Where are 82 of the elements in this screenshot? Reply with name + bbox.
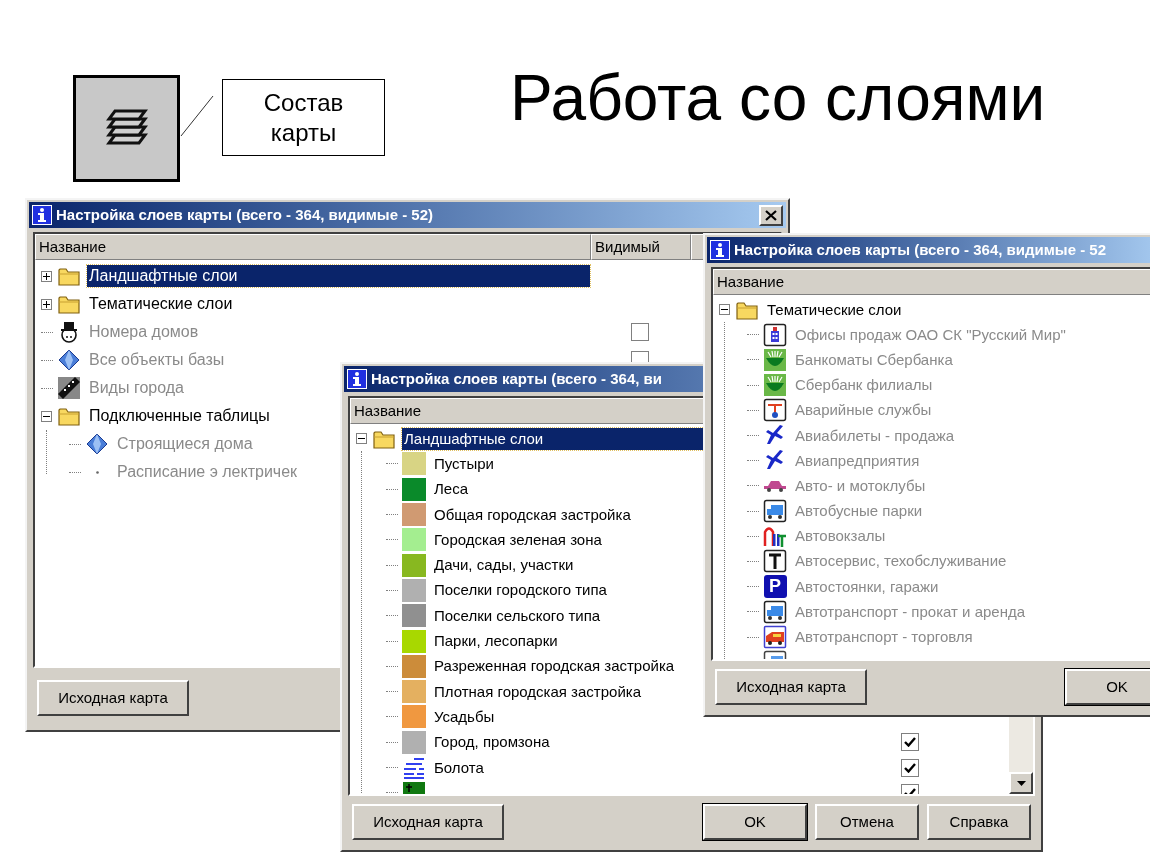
column-header[interactable]: Название xyxy=(713,269,1150,295)
layers-toolbar-button[interactable] xyxy=(73,75,180,182)
car-icon xyxy=(763,479,787,492)
layer-item[interactable]: Автотранспорт - прокат и аренда xyxy=(793,600,1028,623)
diamond-icon xyxy=(57,348,81,372)
hydrant-icon xyxy=(763,398,787,423)
layer-item[interactable]: Подключенные таблицы xyxy=(87,405,272,427)
layer-item[interactable]: Автовокзалы xyxy=(793,525,888,548)
film-icon xyxy=(57,376,81,400)
dialog-button[interactable]: OK xyxy=(703,804,807,840)
tool-icon xyxy=(763,549,787,574)
info-icon xyxy=(32,205,52,225)
marsh-icon xyxy=(402,755,426,780)
plus-icon xyxy=(43,272,50,280)
layer-item[interactable]: Усадьбы xyxy=(432,705,497,728)
layer-item[interactable]: Пустыри xyxy=(432,452,496,475)
diamond-icon xyxy=(85,432,109,456)
layer-item[interactable]: Общая городская застройка xyxy=(432,503,633,526)
layer-item[interactable]: Номера домов xyxy=(87,321,201,343)
dialog-button[interactable]: Исходная карта xyxy=(352,804,504,840)
emblem-icon xyxy=(763,373,787,398)
caret-down-icon xyxy=(1016,780,1026,786)
window-title: Настройка слоев карты (всего - 364, видимые - 52 xyxy=(734,239,1106,260)
layer-item[interactable]: Разреженная городская застройка xyxy=(432,655,677,678)
close-icon xyxy=(765,209,777,221)
scroll-down-button[interactable] xyxy=(1009,772,1033,794)
layer-item[interactable]: Банкоматы Сбербанка xyxy=(793,348,955,371)
layer-item[interactable]: Плотная городская застройка xyxy=(432,680,643,703)
layer-item[interactable]: Город, промзона xyxy=(432,731,552,754)
layer-item[interactable]: Городская зеленая зона xyxy=(432,528,604,551)
dialog-button[interactable]: Исходная карта xyxy=(37,680,189,716)
info-icon xyxy=(710,240,730,260)
emblem-icon xyxy=(763,347,787,372)
collapse-toggle[interactable] xyxy=(356,433,367,445)
layer-item[interactable]: Виды города xyxy=(87,377,186,399)
layer-item[interactable]: Парки, лесопарки xyxy=(432,630,560,652)
layer-item[interactable]: Поселки сельского типа xyxy=(432,604,603,627)
visibility-checkbox[interactable] xyxy=(901,733,919,752)
layer-item[interactable]: Автосервис, техобслуживание xyxy=(793,550,1009,573)
expand-toggle[interactable] xyxy=(41,270,52,282)
layer-item[interactable]: Ландшафтные слои xyxy=(87,265,590,287)
leader-line xyxy=(180,95,214,137)
layer-item[interactable]: Автотранспорт - торговля xyxy=(793,626,975,649)
building-icon xyxy=(763,322,787,347)
layer-item[interactable]: Леса xyxy=(432,478,471,501)
visibility-checkbox[interactable] xyxy=(631,323,649,341)
close-button[interactable] xyxy=(759,204,783,226)
layer-item[interactable]: Автобусные парки xyxy=(793,500,925,523)
truck-icon xyxy=(763,599,787,624)
layer-item[interactable]: Все объекты базы xyxy=(87,349,227,371)
window-title: Настройка слоев карты (всего - 364, ви xyxy=(371,368,662,389)
collapse-toggle[interactable] xyxy=(41,410,52,422)
layer-item[interactable]: Дачи, сады, участки xyxy=(432,554,576,577)
dot-icon xyxy=(95,470,99,474)
layer-item[interactable]: Тематические слои xyxy=(87,293,235,315)
layer-item[interactable]: Расписание э лектричек xyxy=(115,461,300,483)
layer-item[interactable]: Авиапредприятия xyxy=(793,449,922,472)
column-header[interactable]: Видимый xyxy=(591,234,691,260)
info-icon xyxy=(347,369,367,389)
callout-label: Состав карты xyxy=(222,79,385,156)
window-title: Настройка слоев карты (всего - 364, видимые - 52) xyxy=(56,204,433,225)
collapse-toggle[interactable] xyxy=(719,304,730,316)
truck-icon xyxy=(763,499,787,524)
layer-item[interactable]: Болота xyxy=(432,756,486,779)
layer-item[interactable]: Авто- и мотоклубы xyxy=(793,474,928,497)
visibility-checkbox[interactable] xyxy=(901,758,919,777)
layer-item[interactable]: Тематические слои xyxy=(765,298,904,321)
column-header[interactable]: Название xyxy=(35,234,591,260)
parking-sign-icon: P xyxy=(763,575,787,599)
plus-icon xyxy=(43,300,50,308)
layer-item[interactable]: Поселки городского типа xyxy=(432,579,609,602)
dialog-button[interactable]: Исходная карта xyxy=(715,669,867,705)
slide-title: Работа со слоями xyxy=(510,61,1046,136)
dialog-button[interactable]: Отмена xyxy=(815,804,919,840)
layer-item[interactable]: Сбербанк филиалы xyxy=(793,374,935,397)
arch-icon xyxy=(763,524,787,549)
layer-item[interactable]: Офисы продаж ОАО СК "Русский Мир" xyxy=(793,323,1068,346)
layer-item[interactable]: Автостоянки, гаражи xyxy=(793,575,941,598)
dialog-button[interactable]: OK xyxy=(1065,669,1150,705)
dialog-button[interactable]: Справка xyxy=(927,804,1031,840)
layer-item[interactable]: Строящиеся дома xyxy=(115,433,255,455)
expand-toggle[interactable] xyxy=(41,298,52,310)
